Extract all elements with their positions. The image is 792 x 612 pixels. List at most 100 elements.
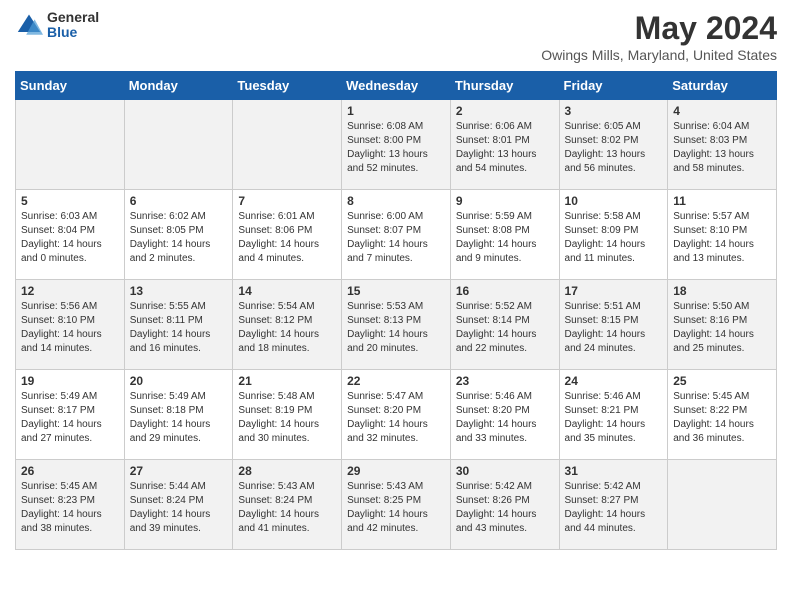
day-number: 14 xyxy=(238,284,336,298)
day-info: Sunrise: 6:04 AM Sunset: 8:03 PM Dayligh… xyxy=(673,120,771,176)
day-info: Sunrise: 5:59 AM Sunset: 8:08 PM Dayligh… xyxy=(456,210,554,266)
day-info: Sunrise: 5:57 AM Sunset: 8:10 PM Dayligh… xyxy=(673,210,771,266)
day-number: 11 xyxy=(673,194,771,208)
day-info: Sunrise: 5:48 AM Sunset: 8:19 PM Dayligh… xyxy=(238,390,336,446)
calendar-cell xyxy=(233,100,342,190)
calendar-cell: 24 Sunrise: 5:46 AM Sunset: 8:21 PM Dayli… xyxy=(559,370,668,460)
calendar-cell: 13Sunrise: 5:55 AM Sunset: 8:11 PM Dayli… xyxy=(124,280,233,370)
calendar-cell: 22 Sunrise: 5:47 AM Sunset: 8:20 PM Dayli… xyxy=(342,370,451,460)
calendar-cell: 21 Sunrise: 5:48 AM Sunset: 8:19 PM Dayli… xyxy=(233,370,342,460)
day-info: Sunrise: 6:00 AM Sunset: 8:07 PM Dayligh… xyxy=(347,210,445,266)
header-sunday: Sunday xyxy=(16,72,125,100)
calendar-cell: 26Sunrise: 5:45 AM Sunset: 8:23 PM Dayli… xyxy=(16,460,125,550)
day-number: 31 xyxy=(565,464,663,478)
calendar-week-2: 5Sunrise: 6:03 AM Sunset: 8:04 PM Daylig… xyxy=(16,190,777,280)
day-info: Sunrise: 6:01 AM Sunset: 8:06 PM Dayligh… xyxy=(238,210,336,266)
calendar-cell: 19Sunrise: 5:49 AM Sunset: 8:17 PM Dayli… xyxy=(16,370,125,460)
day-number: 21 xyxy=(238,374,336,388)
day-number: 10 xyxy=(565,194,663,208)
day-info: Sunrise: 5:44 AM Sunset: 8:24 PM Dayligh… xyxy=(130,480,228,536)
day-number: 23 xyxy=(456,374,554,388)
calendar-cell: 15 Sunrise: 5:53 AM Sunset: 8:13 PM Dayli… xyxy=(342,280,451,370)
header-wednesday: Wednesday xyxy=(342,72,451,100)
day-info: Sunrise: 5:52 AM Sunset: 8:14 PM Dayligh… xyxy=(456,300,554,356)
calendar-cell: 30Sunrise: 5:42 AM Sunset: 8:26 PM Dayli… xyxy=(450,460,559,550)
title-block: May 2024 Owings Mills, Maryland, United … xyxy=(541,10,777,63)
day-info: Sunrise: 5:53 AM Sunset: 8:13 PM Dayligh… xyxy=(347,300,445,356)
calendar-cell: 12 Sunrise: 5:56 AM Sunset: 8:10 PM Dayli… xyxy=(16,280,125,370)
day-number: 8 xyxy=(347,194,445,208)
day-info: Sunrise: 5:51 AM Sunset: 8:15 PM Dayligh… xyxy=(565,300,663,356)
day-number: 4 xyxy=(673,104,771,118)
calendar-cell: 1 Sunrise: 6:08 AM Sunset: 8:00 PM Daylig… xyxy=(342,100,451,190)
calendar-week-5: 26Sunrise: 5:45 AM Sunset: 8:23 PM Dayli… xyxy=(16,460,777,550)
day-info: Sunrise: 5:56 AM Sunset: 8:10 PM Dayligh… xyxy=(21,300,119,356)
day-info: Sunrise: 6:02 AM Sunset: 8:05 PM Dayligh… xyxy=(130,210,228,266)
logo-text: General Blue xyxy=(47,10,99,41)
day-number: 29 xyxy=(347,464,445,478)
day-info: Sunrise: 5:50 AM Sunset: 8:16 PM Dayligh… xyxy=(673,300,771,356)
day-number: 1 xyxy=(347,104,445,118)
calendar-cell xyxy=(124,100,233,190)
day-number: 6 xyxy=(130,194,228,208)
day-number: 22 xyxy=(347,374,445,388)
calendar-cell: 29Sunrise: 5:43 AM Sunset: 8:25 PM Dayli… xyxy=(342,460,451,550)
calendar-cell xyxy=(668,460,777,550)
day-info: Sunrise: 6:08 AM Sunset: 8:00 PM Dayligh… xyxy=(347,120,445,176)
calendar-cell: 4 Sunrise: 6:04 AM Sunset: 8:03 PM Daylig… xyxy=(668,100,777,190)
day-info: Sunrise: 5:42 AM Sunset: 8:27 PM Dayligh… xyxy=(565,480,663,536)
logo-icon xyxy=(15,11,43,39)
day-number: 9 xyxy=(456,194,554,208)
day-number: 19 xyxy=(21,374,119,388)
day-info: Sunrise: 5:42 AM Sunset: 8:26 PM Dayligh… xyxy=(456,480,554,536)
header-row: SundayMondayTuesdayWednesdayThursdayFrid… xyxy=(16,72,777,100)
day-number: 24 xyxy=(565,374,663,388)
header-tuesday: Tuesday xyxy=(233,72,342,100)
day-number: 17 xyxy=(565,284,663,298)
day-number: 18 xyxy=(673,284,771,298)
calendar-cell xyxy=(16,100,125,190)
calendar-cell: 2Sunrise: 6:06 AM Sunset: 8:01 PM Daylig… xyxy=(450,100,559,190)
calendar-body: 1 Sunrise: 6:08 AM Sunset: 8:00 PM Daylig… xyxy=(16,100,777,550)
day-info: Sunrise: 5:46 AM Sunset: 8:20 PM Dayligh… xyxy=(456,390,554,446)
header-monday: Monday xyxy=(124,72,233,100)
day-info: Sunrise: 5:46 AM Sunset: 8:21 PM Dayligh… xyxy=(565,390,663,446)
calendar-cell: 18 Sunrise: 5:50 AM Sunset: 8:16 PM Dayli… xyxy=(668,280,777,370)
calendar-cell: 31 Sunrise: 5:42 AM Sunset: 8:27 PM Dayli… xyxy=(559,460,668,550)
logo: General Blue xyxy=(15,10,99,41)
logo-general-text: General xyxy=(47,10,99,25)
calendar-cell: 20 Sunrise: 5:49 AM Sunset: 8:18 PM Dayli… xyxy=(124,370,233,460)
day-number: 27 xyxy=(130,464,228,478)
logo-blue-text: Blue xyxy=(47,25,99,40)
day-number: 26 xyxy=(21,464,119,478)
day-info: Sunrise: 5:45 AM Sunset: 8:22 PM Dayligh… xyxy=(673,390,771,446)
day-number: 12 xyxy=(21,284,119,298)
day-info: Sunrise: 5:49 AM Sunset: 8:18 PM Dayligh… xyxy=(130,390,228,446)
day-number: 25 xyxy=(673,374,771,388)
calendar-cell: 23 Sunrise: 5:46 AM Sunset: 8:20 PM Dayli… xyxy=(450,370,559,460)
subtitle: Owings Mills, Maryland, United States xyxy=(541,47,777,63)
page-header: General Blue May 2024 Owings Mills, Mary… xyxy=(15,10,777,63)
calendar-cell: 8 Sunrise: 6:00 AM Sunset: 8:07 PM Daylig… xyxy=(342,190,451,280)
day-info: Sunrise: 5:47 AM Sunset: 8:20 PM Dayligh… xyxy=(347,390,445,446)
day-info: Sunrise: 5:43 AM Sunset: 8:24 PM Dayligh… xyxy=(238,480,336,536)
header-friday: Friday xyxy=(559,72,668,100)
calendar-cell: 11 Sunrise: 5:57 AM Sunset: 8:10 PM Dayli… xyxy=(668,190,777,280)
calendar-cell: 16Sunrise: 5:52 AM Sunset: 8:14 PM Dayli… xyxy=(450,280,559,370)
day-number: 15 xyxy=(347,284,445,298)
calendar-week-4: 19Sunrise: 5:49 AM Sunset: 8:17 PM Dayli… xyxy=(16,370,777,460)
calendar-week-3: 12 Sunrise: 5:56 AM Sunset: 8:10 PM Dayli… xyxy=(16,280,777,370)
day-number: 20 xyxy=(130,374,228,388)
calendar-week-1: 1 Sunrise: 6:08 AM Sunset: 8:00 PM Daylig… xyxy=(16,100,777,190)
calendar-cell: 28Sunrise: 5:43 AM Sunset: 8:24 PM Dayli… xyxy=(233,460,342,550)
day-number: 5 xyxy=(21,194,119,208)
calendar-cell: 27 Sunrise: 5:44 AM Sunset: 8:24 PM Dayli… xyxy=(124,460,233,550)
day-info: Sunrise: 5:58 AM Sunset: 8:09 PM Dayligh… xyxy=(565,210,663,266)
calendar-cell: 5Sunrise: 6:03 AM Sunset: 8:04 PM Daylig… xyxy=(16,190,125,280)
calendar-cell: 25 Sunrise: 5:45 AM Sunset: 8:22 PM Dayli… xyxy=(668,370,777,460)
calendar-cell: 9 Sunrise: 5:59 AM Sunset: 8:08 PM Daylig… xyxy=(450,190,559,280)
calendar-cell: 14Sunrise: 5:54 AM Sunset: 8:12 PM Dayli… xyxy=(233,280,342,370)
calendar-cell: 17 Sunrise: 5:51 AM Sunset: 8:15 PM Dayli… xyxy=(559,280,668,370)
calendar-cell: 10 Sunrise: 5:58 AM Sunset: 8:09 PM Dayli… xyxy=(559,190,668,280)
calendar-table: SundayMondayTuesdayWednesdayThursdayFrid… xyxy=(15,71,777,550)
